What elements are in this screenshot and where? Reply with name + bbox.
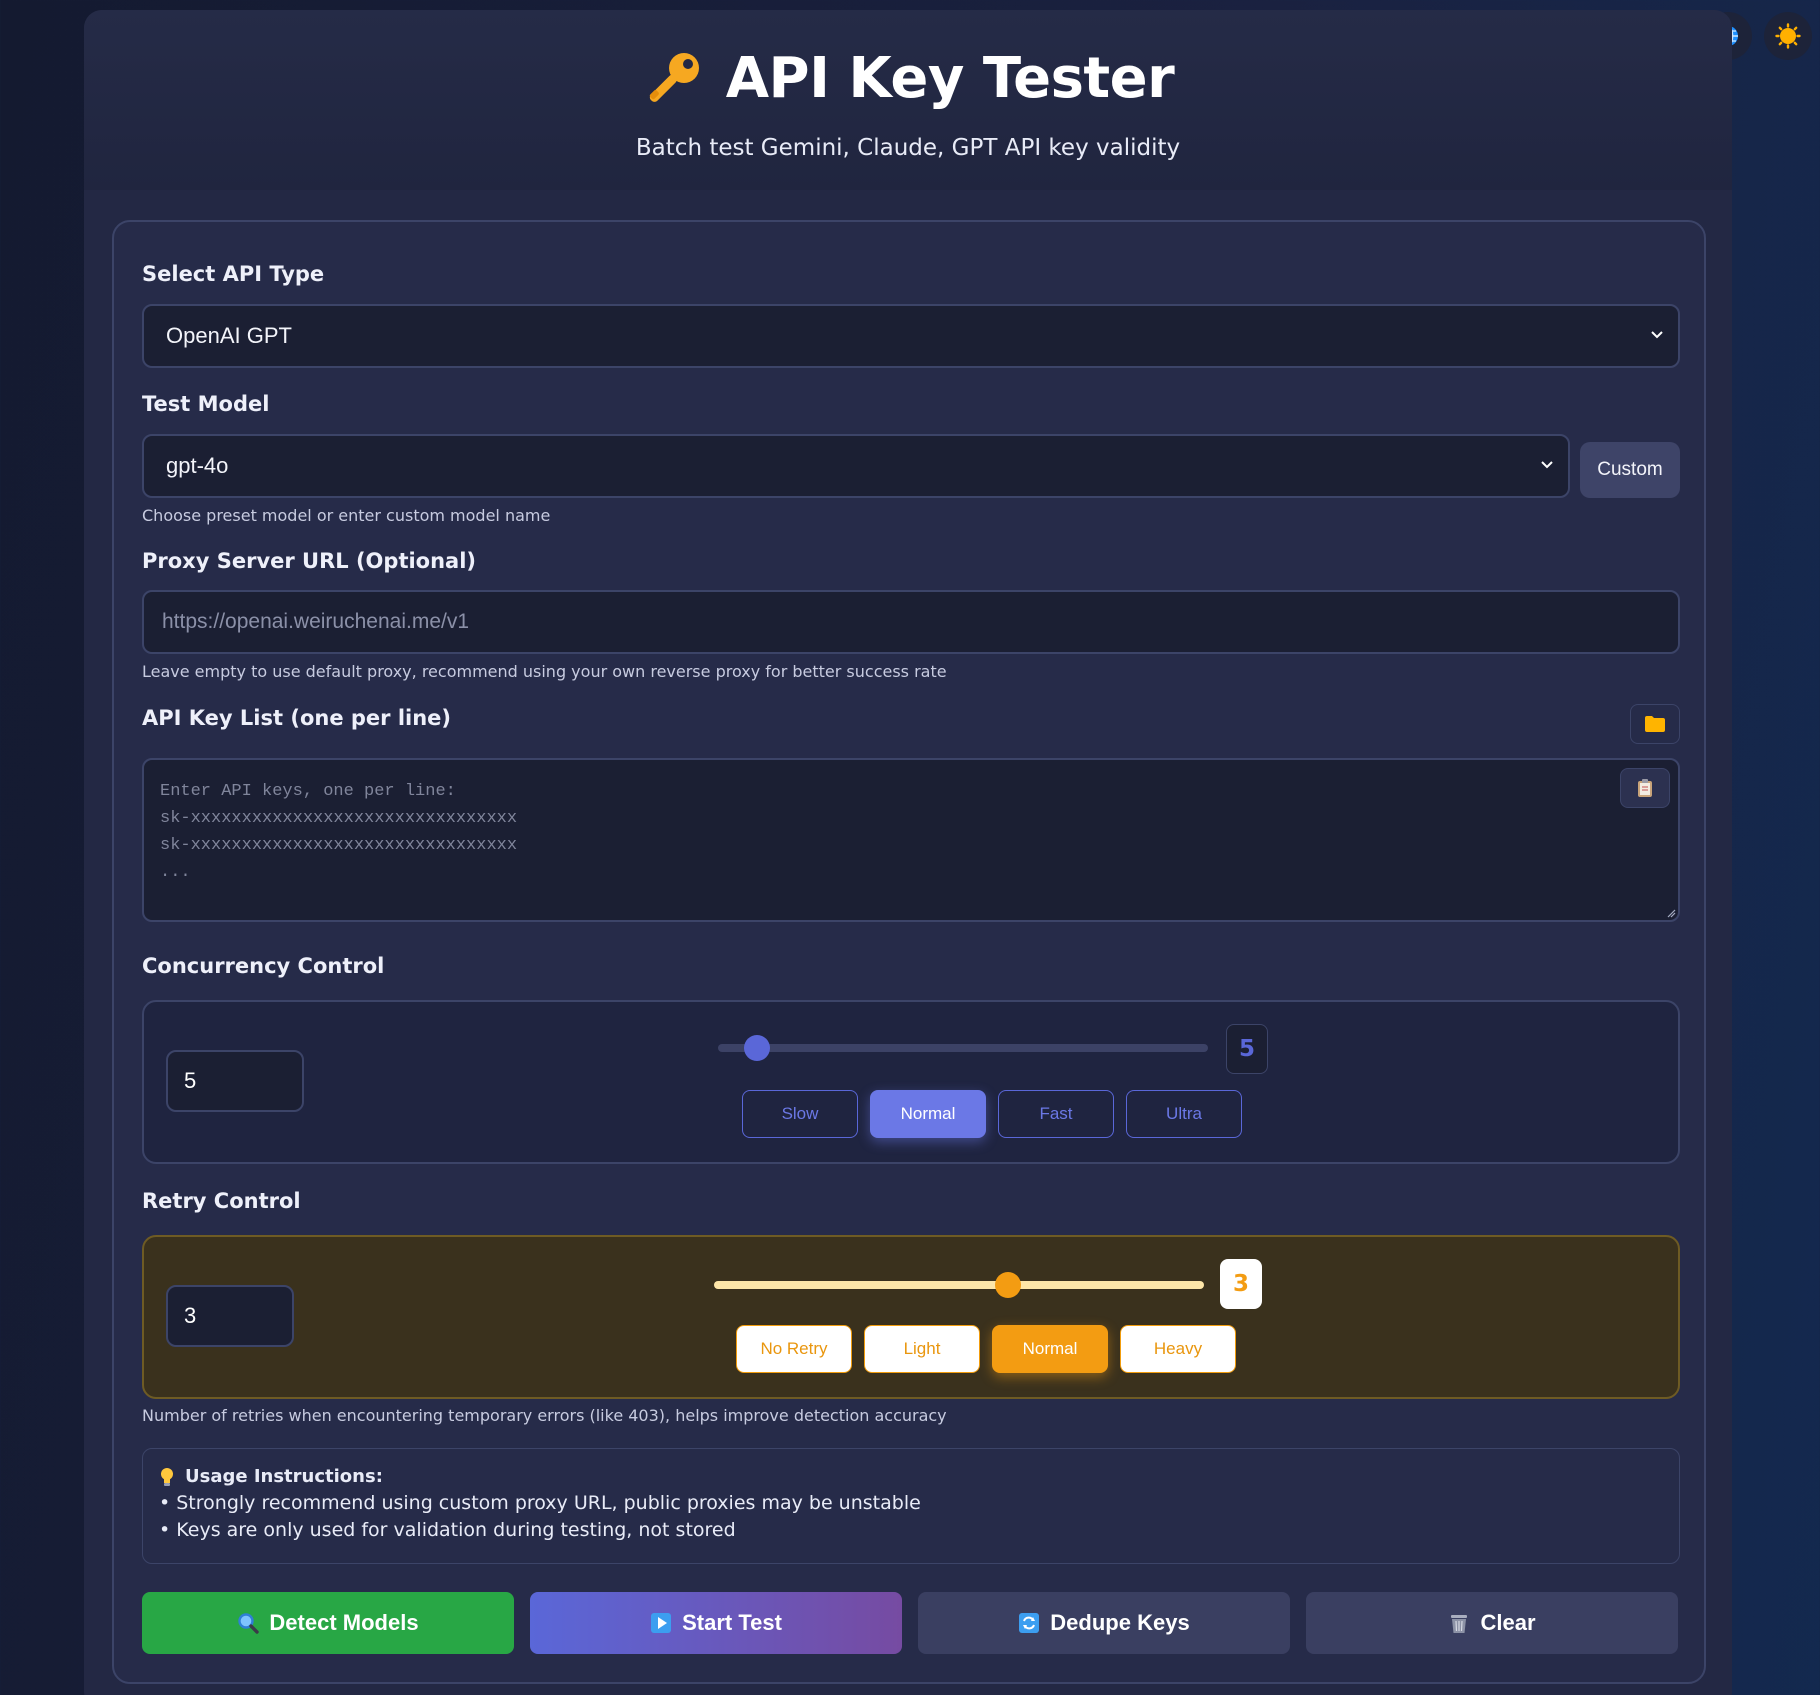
preset-fast[interactable]: Fast: [998, 1090, 1114, 1138]
lightbulb-icon: [161, 1467, 173, 1486]
dedupe-keys-button[interactable]: Dedupe Keys: [918, 1592, 1290, 1654]
paste-button[interactable]: [1620, 768, 1670, 808]
folder-icon: [1645, 716, 1665, 732]
concurrency-control: 5 5 Slow Normal Fast Ultra: [142, 1000, 1680, 1164]
api-type-label: Select API Type: [142, 262, 325, 286]
model-select[interactable]: gpt-4o: [142, 434, 1570, 498]
retry-value-badge: 3: [1220, 1259, 1262, 1309]
sun-icon: [1775, 23, 1801, 49]
title-text: API Key Tester: [725, 46, 1175, 111]
api-type-value: OpenAI GPT: [166, 323, 292, 348]
proxy-hint: Leave empty to use default proxy, recomm…: [142, 662, 947, 681]
detect-models-button[interactable]: Detect Models: [142, 1592, 514, 1654]
clipboard-icon: [1638, 779, 1652, 797]
preset-normal[interactable]: Normal: [870, 1090, 986, 1138]
retry-label: Retry Control: [142, 1189, 301, 1213]
dedupe-keys-label: Dedupe Keys: [1050, 1610, 1190, 1635]
keys-placeholder-line: Enter API keys, one per line:: [160, 782, 456, 801]
instructions-heading: Usage Instructions:: [159, 1463, 1663, 1490]
start-test-button[interactable]: Start Test: [530, 1592, 902, 1654]
chevron-down-icon: [1541, 461, 1553, 469]
preset-no-retry[interactable]: No Retry: [736, 1325, 852, 1373]
page-title: API Key Tester: [84, 10, 1732, 111]
start-test-label: Start Test: [682, 1610, 782, 1635]
concurrency-value-badge: 5: [1226, 1024, 1268, 1074]
instruction-line: • Keys are only used for validation duri…: [159, 1519, 736, 1541]
retry-slider-track[interactable]: [714, 1281, 1204, 1289]
header: API Key Tester Batch test Gemini, Claude…: [84, 10, 1732, 190]
retry-slider-thumb[interactable]: [995, 1272, 1021, 1298]
instructions-title: Usage Instructions:: [185, 1466, 383, 1487]
subtitle: Batch test Gemini, Claude, GPT API key v…: [635, 135, 1181, 161]
refresh-icon: [1019, 1613, 1040, 1633]
keys-placeholder-line: ...: [160, 863, 191, 882]
detect-models-label: Detect Models: [269, 1610, 419, 1635]
theme-toggle-button[interactable]: [1764, 12, 1812, 60]
resize-handle-icon[interactable]: [1666, 908, 1676, 918]
api-type-select[interactable]: OpenAI GPT: [142, 304, 1680, 368]
main-card: API Key Tester Batch test Gemini, Claude…: [84, 10, 1732, 1695]
preset-light[interactable]: Light: [864, 1325, 980, 1373]
keys-placeholder-line: sk-xxxxxxxxxxxxxxxxxxxxxxxxxxxxxxxx: [160, 836, 518, 855]
usage-instructions: Usage Instructions: • Strongly recommend…: [142, 1448, 1680, 1564]
chevron-down-icon: [1651, 331, 1663, 339]
instruction-line: • Strongly recommend using custom proxy …: [159, 1492, 921, 1514]
play-icon: [651, 1613, 672, 1633]
concurrency-slider-thumb[interactable]: [744, 1035, 771, 1061]
model-value: gpt-4o: [166, 453, 229, 478]
api-keys-textarea[interactable]: Enter API keys, one per line: sk-xxxxxxx…: [142, 758, 1680, 922]
magnifier-icon: [238, 1613, 260, 1634]
model-label: Test Model: [142, 392, 270, 416]
concurrency-slider-track[interactable]: [718, 1044, 1208, 1052]
retry-hint: Number of retries when encountering temp…: [142, 1406, 947, 1425]
model-hint: Choose preset model or enter custom mode…: [142, 506, 551, 525]
preset-normal[interactable]: Normal: [992, 1325, 1108, 1373]
config-panel: Select API Type OpenAI GPT Test Model gp…: [112, 220, 1706, 1684]
retry-input[interactable]: 3: [166, 1285, 294, 1347]
preset-heavy[interactable]: Heavy: [1120, 1325, 1236, 1373]
trash-icon: [1451, 1615, 1468, 1633]
concurrency-input[interactable]: 5: [166, 1050, 304, 1112]
key-icon: [649, 52, 699, 102]
keys-placeholder-line: sk-xxxxxxxxxxxxxxxxxxxxxxxxxxxxxxxx: [160, 809, 518, 828]
custom-model-button[interactable]: Custom: [1580, 442, 1680, 498]
clear-label: Clear: [1480, 1610, 1536, 1635]
clear-button[interactable]: Clear: [1306, 1592, 1678, 1654]
retry-control: 3 3 No Retry Light Normal Heavy: [142, 1235, 1680, 1399]
keys-label: API Key List (one per line): [142, 706, 452, 730]
concurrency-label: Concurrency Control: [142, 954, 385, 978]
preset-slow[interactable]: Slow: [742, 1090, 858, 1138]
import-file-button[interactable]: [1630, 704, 1680, 744]
preset-ultra[interactable]: Ultra: [1126, 1090, 1242, 1138]
proxy-label: Proxy Server URL (Optional): [142, 549, 477, 573]
proxy-url-input[interactable]: https://openai.weiruchenai.me/v1: [142, 590, 1680, 654]
